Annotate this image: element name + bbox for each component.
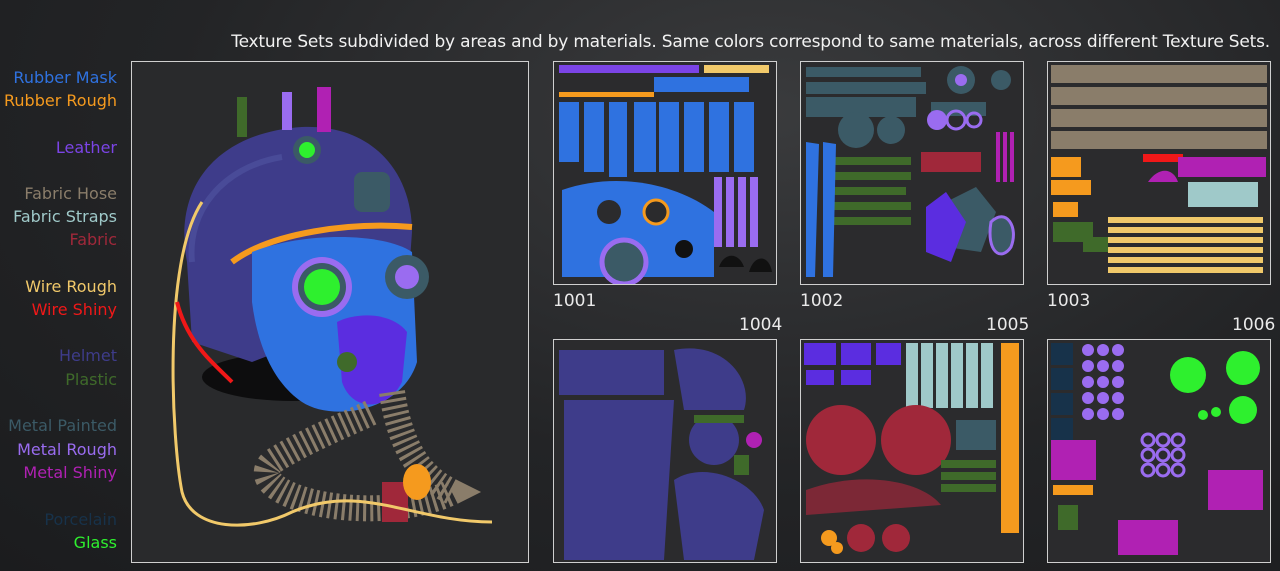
legend-fabric-hose: Fabric Hose <box>24 184 117 203</box>
uv-map-rubber-mask-icon <box>554 62 776 284</box>
helmet-viewport[interactable] <box>131 61 529 563</box>
legend-metal-painted: Metal Painted <box>8 416 117 435</box>
texture-set-1005[interactable] <box>800 339 1024 563</box>
legend-fabric: Fabric <box>69 230 117 249</box>
legend-metal-shiny: Metal Shiny <box>23 463 117 482</box>
legend-metal-rough: Metal Rough <box>17 440 117 459</box>
texture-set-1001[interactable] <box>553 61 777 285</box>
texture-set-1003[interactable] <box>1047 61 1271 285</box>
legend-rubber-rough: Rubber Rough <box>4 91 117 110</box>
legend-leather: Leather <box>55 138 117 157</box>
legend-plastic: Plastic <box>65 370 117 389</box>
texture-label-1004: 1004 <box>739 315 783 335</box>
texture-label-1002: 1002 <box>800 291 844 311</box>
texture-set-1004[interactable] <box>553 339 777 563</box>
texture-label-1001: 1001 <box>553 291 597 311</box>
legend-wire-shiny: Wire Shiny <box>31 300 117 319</box>
helmet-3d-model-icon <box>171 87 493 527</box>
legend-glass: Glass <box>73 533 117 552</box>
texture-label-1005: 1005 <box>986 315 1030 335</box>
uv-map-helmet-icon <box>554 340 776 562</box>
uv-map-metal-painted-icon <box>801 62 1023 284</box>
legend-rubber-mask: Rubber Mask <box>13 68 117 87</box>
legend-fabric-straps: Fabric Straps <box>13 207 117 226</box>
legend-wire-rough: Wire Rough <box>25 277 117 296</box>
uv-map-fabric-icon <box>801 340 1023 562</box>
texture-set-1006[interactable] <box>1047 339 1271 563</box>
uv-map-fabric-hose-icon <box>1048 62 1270 284</box>
texture-set-1002[interactable] <box>800 61 1024 285</box>
page-caption: Texture Sets subdivided by areas and by … <box>231 32 1270 52</box>
legend-helmet: Helmet <box>58 346 117 365</box>
texture-label-1006: 1006 <box>1232 315 1276 335</box>
legend-porcelain: Porcelain <box>44 510 117 529</box>
texture-label-1003: 1003 <box>1047 291 1091 311</box>
uv-map-glass-metal-icon <box>1048 340 1270 562</box>
